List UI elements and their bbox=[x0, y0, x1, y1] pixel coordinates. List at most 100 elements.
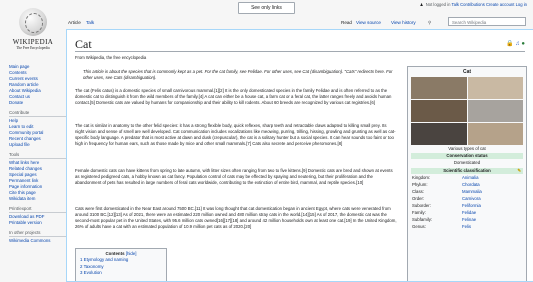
top-bar: See only links ♟ Not logged in Talk Cont… bbox=[0, 0, 533, 14]
cat-photo bbox=[467, 123, 523, 145]
cat-photo bbox=[467, 100, 523, 122]
title-divider bbox=[75, 51, 525, 52]
paragraph-3: Female domestic cats can have kittens fr… bbox=[75, 168, 393, 185]
classification-header: Scientific classification ✎ bbox=[411, 168, 523, 174]
taxonomy-value[interactable]: Felinae bbox=[462, 216, 476, 223]
sidebar-item-help[interactable]: Help bbox=[9, 118, 18, 123]
not-logged-in-label: Not logged in bbox=[425, 2, 451, 7]
sidebar-item-download-pdf[interactable]: Download as PDF bbox=[9, 214, 44, 219]
hatnote: This article is about the species that i… bbox=[83, 69, 393, 80]
sidebar-item-contact[interactable]: Contact us bbox=[9, 94, 30, 99]
tab-view-source[interactable]: View source bbox=[356, 20, 381, 25]
taxonomy-row: Genus: Felis bbox=[412, 223, 522, 230]
toc-item[interactable]: 1 Etymology and naming bbox=[80, 257, 128, 262]
table-of-contents: Contents [hide] 1 Etymology and naming 2… bbox=[75, 248, 167, 281]
taxonomy-rank: Class: bbox=[412, 189, 424, 194]
talk-link[interactable]: Talk bbox=[452, 2, 459, 7]
tab-article[interactable]: Article bbox=[68, 20, 81, 25]
sidebar-print: Print/export Download as PDF Printable v… bbox=[9, 206, 67, 226]
taxonomy-row: Phylum: Chordata bbox=[412, 181, 522, 188]
cat-photo bbox=[411, 77, 467, 99]
cat-photo-collage[interactable] bbox=[411, 77, 523, 145]
contributions-link[interactable]: Contributions bbox=[460, 2, 485, 7]
sidebar-item-community-portal[interactable]: Community portal bbox=[9, 130, 43, 135]
user-icon: ♟ bbox=[419, 2, 424, 7]
sidebar-item-what-links-here[interactable]: What links here bbox=[9, 160, 39, 165]
globe-icon bbox=[19, 8, 47, 36]
taxonomy-rank: Subfamily: bbox=[412, 217, 433, 222]
personal-tools: ♟ Not logged in Talk Contributions Creat… bbox=[415, 2, 527, 7]
paragraph-2: The cat is similar in anatomy to the oth… bbox=[75, 123, 396, 146]
classification-header-label: Scientific classification bbox=[443, 168, 491, 173]
sidebar-contribute: Contribute Help Learn to edit Community … bbox=[9, 110, 67, 148]
sidebar-item-wikidata-item[interactable]: Wikidata item bbox=[9, 196, 35, 201]
logo-wordmark: WIKIPEDIA bbox=[12, 38, 54, 46]
sidebar-heading-contribute: Contribute bbox=[9, 110, 67, 117]
taxonomy-rank: Suborder: bbox=[412, 203, 431, 208]
sidebar: Main page Contents Current events Random… bbox=[9, 64, 67, 248]
log-in-link[interactable]: Log in bbox=[516, 2, 527, 7]
sidebar-item-contents[interactable]: Contents bbox=[9, 70, 27, 75]
sidebar-item-learn-to-edit[interactable]: Learn to edit bbox=[9, 124, 33, 129]
sidebar-item-cite-this-page[interactable]: Cite this page bbox=[9, 190, 36, 195]
sidebar-tools: Tools What links here Related changes Sp… bbox=[9, 152, 67, 202]
logo-tagline: The Free Encyclopedia bbox=[16, 46, 50, 50]
search-icon[interactable]: ⚲ bbox=[428, 20, 431, 26]
taxonomy-value[interactable]: Felis bbox=[462, 223, 471, 230]
taxonomy-rank: Kingdom: bbox=[412, 175, 431, 180]
sidebar-heading-projects: In other projects bbox=[9, 230, 67, 237]
taxonomy-value[interactable]: Animalia bbox=[462, 174, 478, 181]
sidebar-item-upload-file[interactable]: Upload file bbox=[9, 142, 30, 147]
article-content: Cat 🔒 ♫ ● From Wikipedia, the free encyc… bbox=[66, 29, 533, 282]
sidebar-projects: In other projects Wikimedia Commons bbox=[9, 230, 67, 244]
sidebar-item-random-article[interactable]: Random article bbox=[9, 82, 39, 87]
search-input[interactable]: Search Wikipedia bbox=[448, 17, 526, 26]
taxonomy-rank: Family: bbox=[412, 210, 426, 215]
paragraph-4: Cats were first domesticated in the Near… bbox=[75, 206, 397, 229]
sidebar-item-about[interactable]: About Wikipedia bbox=[9, 88, 41, 93]
toc-item[interactable]: 3 Evolution bbox=[80, 270, 102, 275]
sidebar-heading-print: Print/export bbox=[9, 206, 67, 213]
sidebar-heading-tools: Tools bbox=[9, 152, 67, 159]
wikipedia-logo[interactable]: WIKIPEDIA The Free Encyclopedia bbox=[10, 8, 56, 58]
tab-talk[interactable]: Talk bbox=[86, 20, 94, 25]
sidebar-item-permanent-link[interactable]: Permanent link bbox=[9, 178, 38, 183]
taxonomy-row: Suborder: Feliformia bbox=[412, 202, 522, 209]
sidebar-item-special-pages[interactable]: Special pages bbox=[9, 172, 37, 177]
sidebar-item-printable-version[interactable]: Printable version bbox=[9, 220, 42, 225]
from-wikipedia: From Wikipedia, the free encyclopedia bbox=[75, 55, 147, 60]
see-only-links-button[interactable]: See only links bbox=[238, 2, 295, 14]
infobox-caption: Various types of cat bbox=[448, 146, 486, 151]
page-title: Cat bbox=[75, 37, 92, 51]
cat-photo bbox=[467, 77, 523, 99]
tab-read[interactable]: Read bbox=[341, 20, 352, 25]
taxonomy-row: Order: Carnivora bbox=[412, 195, 522, 202]
sidebar-item-recent-changes[interactable]: Recent changes bbox=[9, 136, 41, 141]
taxonomy-value[interactable]: Carnivora bbox=[462, 195, 481, 202]
audio-icon[interactable]: ♫ bbox=[515, 41, 520, 47]
taxonomy-value[interactable]: Felidae bbox=[462, 209, 476, 216]
taxonomy-value[interactable]: Chordata bbox=[462, 181, 480, 188]
sidebar-item-donate[interactable]: Donate bbox=[9, 100, 23, 105]
toc-hide-link[interactable]: [hide] bbox=[126, 251, 137, 256]
tab-view-history[interactable]: View history bbox=[391, 20, 416, 25]
page-indicators: 🔒 ♫ ● bbox=[506, 40, 525, 47]
toc-item[interactable]: 2 Taxonomy bbox=[80, 264, 104, 269]
taxonomy-row: Family: Felidae bbox=[412, 209, 522, 216]
edit-pencil-icon[interactable]: ✎ bbox=[517, 168, 521, 174]
lock-icon[interactable]: 🔒 bbox=[506, 41, 513, 47]
sidebar-item-related-changes[interactable]: Related changes bbox=[9, 166, 42, 171]
sidebar-item-current-events[interactable]: Current events bbox=[9, 76, 38, 81]
create-account-link[interactable]: Create account bbox=[486, 2, 514, 7]
sidebar-item-page-information[interactable]: Page information bbox=[9, 184, 42, 189]
sidebar-item-main-page[interactable]: Main page bbox=[9, 64, 30, 69]
taxonomy-value[interactable]: Feliformia bbox=[462, 202, 481, 209]
sidebar-main: Main page Contents Current events Random… bbox=[9, 64, 67, 106]
cat-photo bbox=[411, 100, 467, 122]
taxonomy-rank: Phylum: bbox=[412, 182, 428, 187]
featured-icon[interactable]: ● bbox=[521, 41, 525, 47]
conservation-status-value: Domesticated bbox=[453, 160, 481, 165]
sidebar-item-wikimedia-commons[interactable]: Wikimedia Commons bbox=[9, 238, 50, 243]
infobox: Cat Various types of cat Conservation st… bbox=[407, 66, 527, 281]
taxonomy-value[interactable]: Mammalia bbox=[462, 188, 482, 195]
